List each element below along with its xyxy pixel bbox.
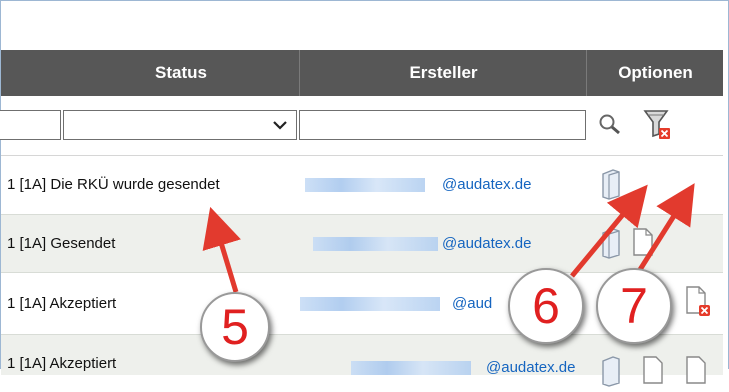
arrow-7 xyxy=(633,183,695,278)
callout-6: 6 xyxy=(508,268,584,344)
arrow-6 xyxy=(570,184,648,278)
arrow-5 xyxy=(202,206,241,293)
callout-7: 7 xyxy=(596,268,672,344)
callout-5: 5 xyxy=(200,292,270,362)
